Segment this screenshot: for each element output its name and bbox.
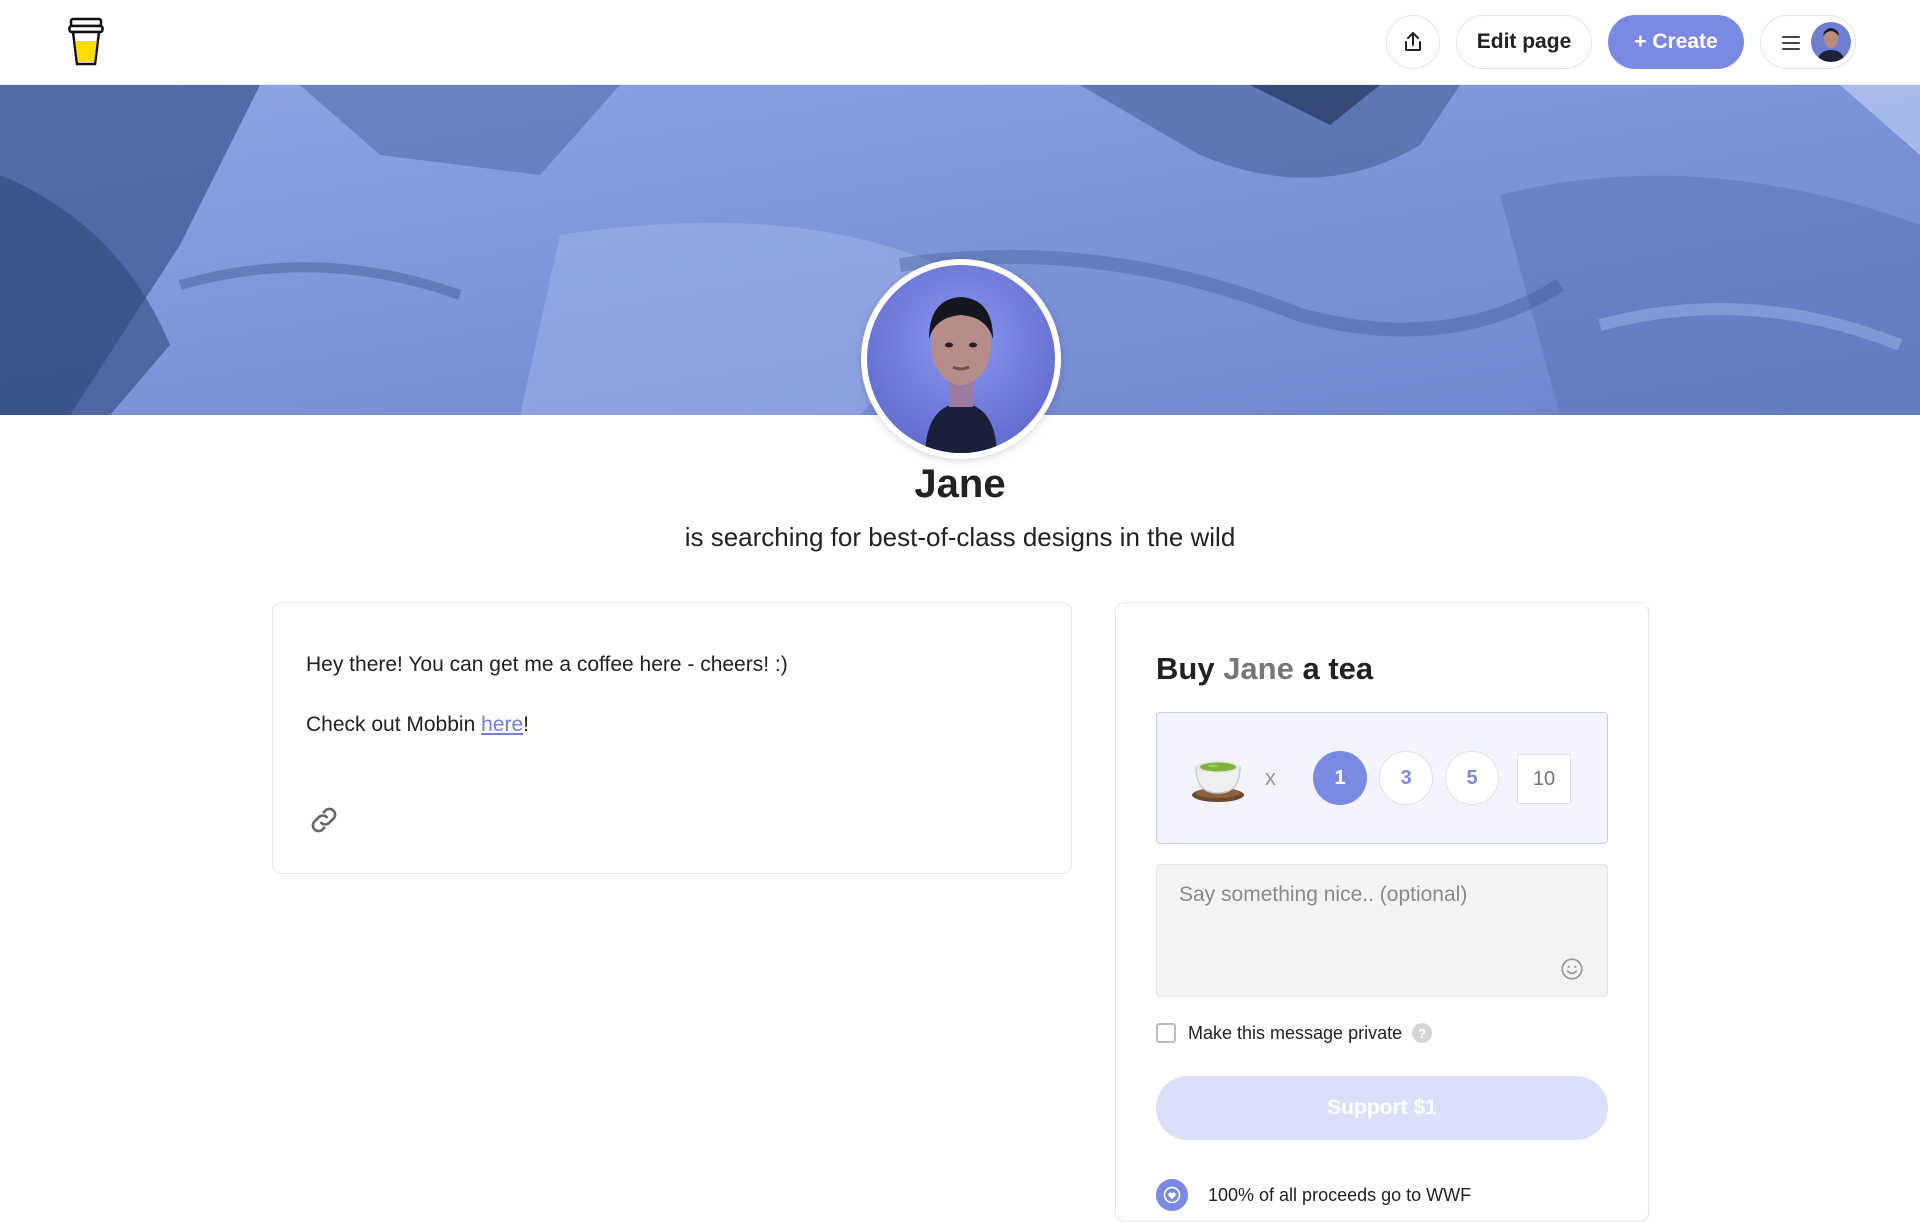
support-button[interactable]: Support $1	[1156, 1076, 1608, 1140]
support-title-prefix: Buy	[1156, 651, 1224, 686]
top-navigation-bar: Edit page + Create	[0, 0, 1920, 85]
help-icon[interactable]: ?	[1412, 1023, 1433, 1043]
about-text: Hey there! You can get me a coffee here …	[306, 653, 788, 676]
heart-globe-icon	[1156, 1179, 1188, 1211]
about-mobbin-text: Check out Mobbin	[306, 713, 482, 736]
tea-bowl-icon	[1189, 749, 1247, 805]
message-field	[1156, 864, 1608, 997]
support-title-name: Jane	[1223, 651, 1294, 686]
link-icon[interactable]	[307, 803, 341, 837]
about-mobbin-line: Check out Mobbin here!	[306, 713, 529, 737]
user-avatar	[1811, 22, 1851, 62]
coffee-cup-logo[interactable]	[68, 17, 104, 67]
private-message-label: Make this message private	[1188, 1022, 1403, 1043]
quantity-option-3[interactable]: 3	[1379, 751, 1433, 805]
custom-quantity-input[interactable]	[1517, 754, 1571, 804]
about-card: Hey there! You can get me a coffee here …	[272, 602, 1072, 874]
private-message-row: Make this message private ?	[1156, 1021, 1433, 1045]
create-button[interactable]: + Create	[1608, 15, 1744, 69]
smiley-icon[interactable]	[1559, 956, 1585, 982]
proceeds-text: 100% of all proceeds go to WWF	[1208, 1184, 1472, 1205]
quantity-selector: x 1 3 5	[1156, 712, 1608, 844]
profile-name: Jane	[914, 462, 1006, 506]
profile-avatar	[861, 259, 1061, 459]
multiplier-symbol: x	[1265, 765, 1276, 790]
edit-page-button[interactable]: Edit page	[1456, 15, 1592, 69]
account-menu-button[interactable]	[1760, 15, 1856, 69]
mobbin-link[interactable]: here	[481, 713, 523, 736]
proceeds-note: 100% of all proceeds go to WWF	[1156, 1179, 1471, 1211]
private-message-checkbox[interactable]	[1156, 1023, 1176, 1043]
message-input[interactable]	[1157, 865, 1607, 996]
share-button[interactable]	[1386, 15, 1440, 69]
quantity-option-5[interactable]: 5	[1445, 751, 1499, 805]
share-icon	[1405, 32, 1421, 51]
profile-tagline: is searching for best-of-class designs i…	[684, 522, 1236, 552]
support-title: Buy Jane a tea	[1156, 651, 1373, 687]
quantity-option-1[interactable]: 1	[1313, 751, 1367, 805]
hamburger-icon	[1782, 36, 1800, 50]
about-mobbin-suffix: !	[523, 713, 529, 736]
support-title-suffix: a tea	[1293, 651, 1374, 686]
support-card: Buy Jane a tea x 1 3 5 10 Say something …	[1115, 602, 1649, 1222]
